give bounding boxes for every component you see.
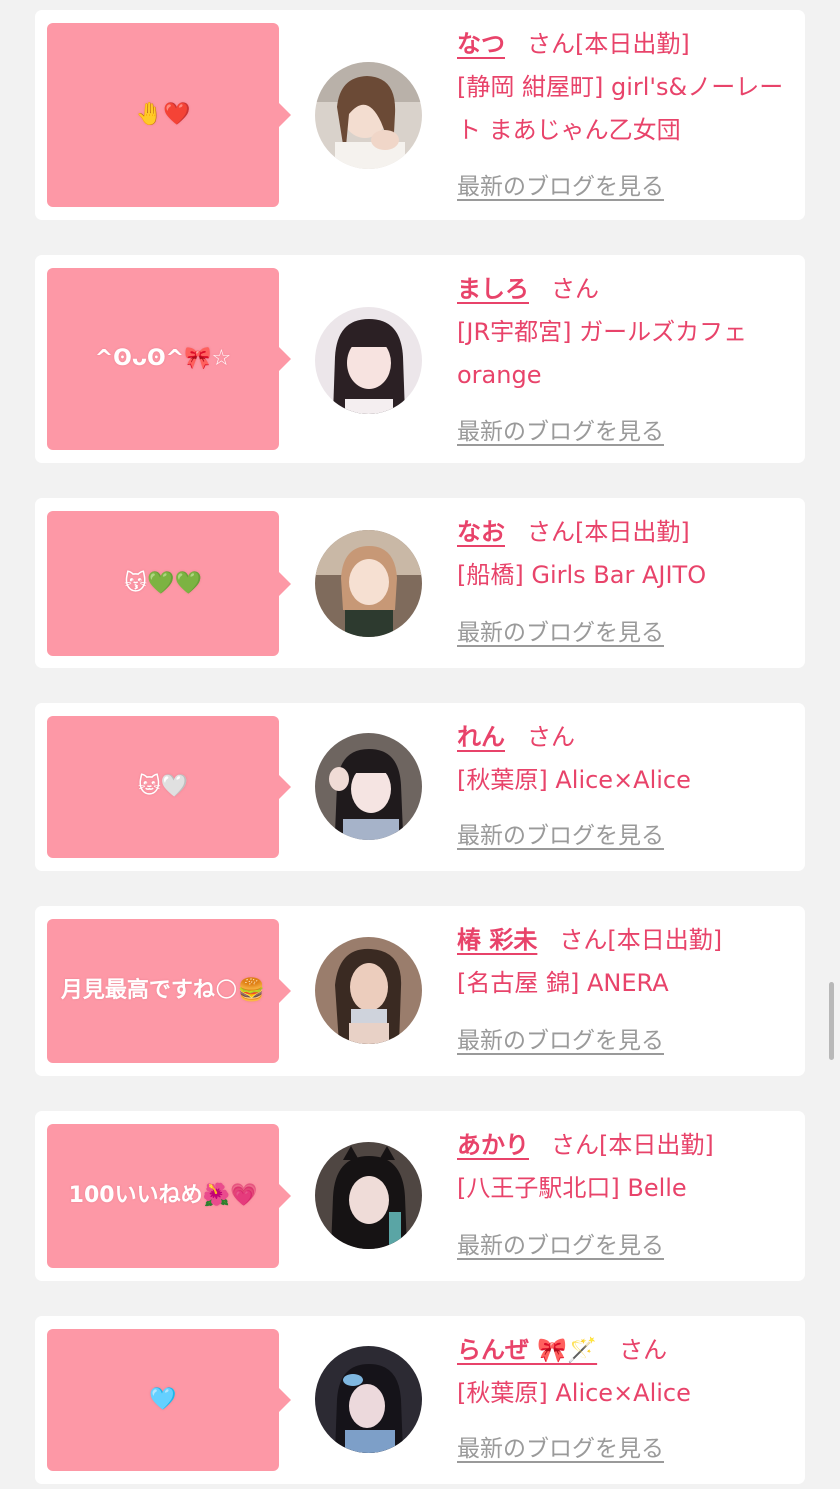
shop-name: [静岡 紺屋町] girl's&ノーレート まあじゃん乙女団 — [457, 73, 784, 144]
avatar[interactable] — [315, 1346, 422, 1453]
comment-text: 100いいねめ🌺💗 — [68, 1183, 258, 1208]
avatar-image — [315, 62, 422, 169]
avatar[interactable] — [315, 307, 422, 414]
comment-text: 🤚❤️ — [135, 102, 191, 127]
latest-blog-link[interactable]: 最新のブログを見る — [457, 1026, 664, 1056]
avatar[interactable] — [315, 1142, 422, 1249]
cast-card: 100いいねめ🌺💗 あかり さん[本日出勤] [八王子駅北口] Belle 最新の… — [35, 1111, 805, 1281]
name-line: ましろ さん — [457, 268, 797, 311]
latest-blog-link[interactable]: 最新のブログを見る — [457, 1231, 664, 1261]
honorific: さん — [527, 723, 575, 751]
honorific: さん — [527, 518, 575, 546]
comment-text: 🐱🤍 — [137, 774, 189, 799]
avatar[interactable] — [315, 62, 422, 169]
avatar-image — [315, 307, 422, 414]
latest-blog-link[interactable]: 最新のブログを見る — [457, 821, 664, 851]
cast-card: 🩵 らんぜ 🎀🪄 さん [秋葉原] Alice×Alice 最新のブログを見る — [35, 1316, 805, 1484]
cast-name-link[interactable]: れん — [457, 723, 505, 751]
latest-blog-link[interactable]: 最新のブログを見る — [457, 1434, 664, 1464]
cast-name-link[interactable]: 椿 彩未 — [457, 926, 537, 954]
comment-bubble[interactable]: 🐱🤍 — [47, 716, 291, 858]
shop-name: [名古屋 錦] ANERA — [457, 969, 669, 997]
avatar[interactable] — [315, 937, 422, 1044]
cast-card: 🐱🤍 れん さん [秋葉原] Alice×Alice 最新のブログを見る — [35, 703, 805, 871]
avatar-image — [315, 1142, 422, 1249]
comment-text: 🩵 — [149, 1387, 177, 1412]
name-line: れん さん — [457, 716, 797, 759]
comment-text: ^ʘᴗʘ^🎀☆ — [94, 346, 232, 371]
comment-text: 月見最高ですね🌕🍔 — [60, 978, 266, 1003]
comment-bubble[interactable]: 😽💚💚 — [47, 511, 291, 656]
honorific: さん — [551, 1131, 599, 1159]
vertical-scrollbar[interactable] — [829, 982, 834, 1060]
name-line: 椿 彩未 さん[本日出勤] — [457, 919, 797, 962]
comment-bubble[interactable]: 100いいねめ🌺💗 — [47, 1124, 291, 1268]
comment-bubble[interactable]: 月見最高ですね🌕🍔 — [47, 919, 291, 1063]
name-line: あかり さん[本日出勤] — [457, 1124, 797, 1167]
shop-name: [秋葉原] Alice×Alice — [457, 766, 691, 794]
avatar-image — [315, 937, 422, 1044]
honorific: さん — [559, 926, 608, 954]
comment-bubble[interactable]: 🤚❤️ — [47, 23, 291, 207]
honorific: さん — [527, 30, 575, 58]
shop-name: [秋葉原] Alice×Alice — [457, 1379, 691, 1407]
cast-name-link[interactable]: あかり — [457, 1131, 529, 1159]
cast-name-link[interactable]: らんぜ 🎀🪄 — [457, 1336, 597, 1364]
cast-name-link[interactable]: なお — [457, 518, 505, 546]
attendance-status: [本日出勤] — [575, 30, 690, 58]
name-line: なつ さん[本日出勤] — [457, 23, 797, 66]
comment-bubble[interactable]: ^ʘᴗʘ^🎀☆ — [47, 268, 291, 450]
latest-blog-link[interactable]: 最新のブログを見る — [457, 172, 664, 202]
cast-info: なお さん[本日出勤] [船橋] Girls Bar AJITO — [457, 511, 797, 597]
attendance-status: [本日出勤] — [607, 926, 723, 954]
honorific: さん — [619, 1336, 668, 1364]
cast-name-link[interactable]: ましろ — [457, 275, 529, 303]
avatar-image — [315, 530, 422, 637]
name-line: らんぜ 🎀🪄 さん — [457, 1329, 797, 1372]
comment-text: 😽💚💚 — [124, 570, 202, 596]
cast-info: 椿 彩未 さん[本日出勤] [名古屋 錦] ANERA — [457, 919, 797, 1005]
shop-name: [JR宇都宮] ガールズカフェ orange — [457, 318, 748, 389]
shop-name: [船橋] Girls Bar AJITO — [457, 561, 707, 589]
cast-info: ましろ さん [JR宇都宮] ガールズカフェ orange — [457, 268, 797, 397]
avatar-image — [315, 1346, 422, 1453]
avatar-image — [315, 733, 422, 840]
cast-info: なつ さん[本日出勤] [静岡 紺屋町] girl's&ノーレート まあじゃん乙女… — [457, 23, 797, 152]
comment-bubble[interactable]: 🩵 — [47, 1329, 291, 1471]
name-line: なお さん[本日出勤] — [457, 511, 797, 554]
cast-card: 🤚❤️ なつ さん[本日出勤] [静岡 紺屋町] girl's&ノーレート まあじ… — [35, 10, 805, 220]
cast-info: れん さん [秋葉原] Alice×Alice — [457, 716, 797, 802]
attendance-status: [本日出勤] — [599, 1131, 714, 1159]
cast-card: 😽💚💚 なお さん[本日出勤] [船橋] Girls Bar AJITO 最新のブ… — [35, 498, 805, 668]
attendance-status: [本日出勤] — [575, 518, 690, 546]
cast-info: あかり さん[本日出勤] [八王子駅北口] Belle — [457, 1124, 797, 1210]
honorific: さん — [551, 275, 599, 303]
latest-blog-link[interactable]: 最新のブログを見る — [457, 417, 664, 447]
cast-card: 月見最高ですね🌕🍔 椿 彩未 さん[本日出勤] [名古屋 錦] ANERA 最新の… — [35, 906, 805, 1076]
cast-card: ^ʘᴗʘ^🎀☆ ましろ さん [JR宇都宮] ガールズカフェ orange 最新の… — [35, 255, 805, 463]
avatar[interactable] — [315, 733, 422, 840]
latest-blog-link[interactable]: 最新のブログを見る — [457, 618, 664, 648]
cast-info: らんぜ 🎀🪄 さん [秋葉原] Alice×Alice — [457, 1329, 797, 1415]
cast-name-link[interactable]: なつ — [457, 30, 505, 58]
avatar[interactable] — [315, 530, 422, 637]
shop-name: [八王子駅北口] Belle — [457, 1174, 687, 1202]
